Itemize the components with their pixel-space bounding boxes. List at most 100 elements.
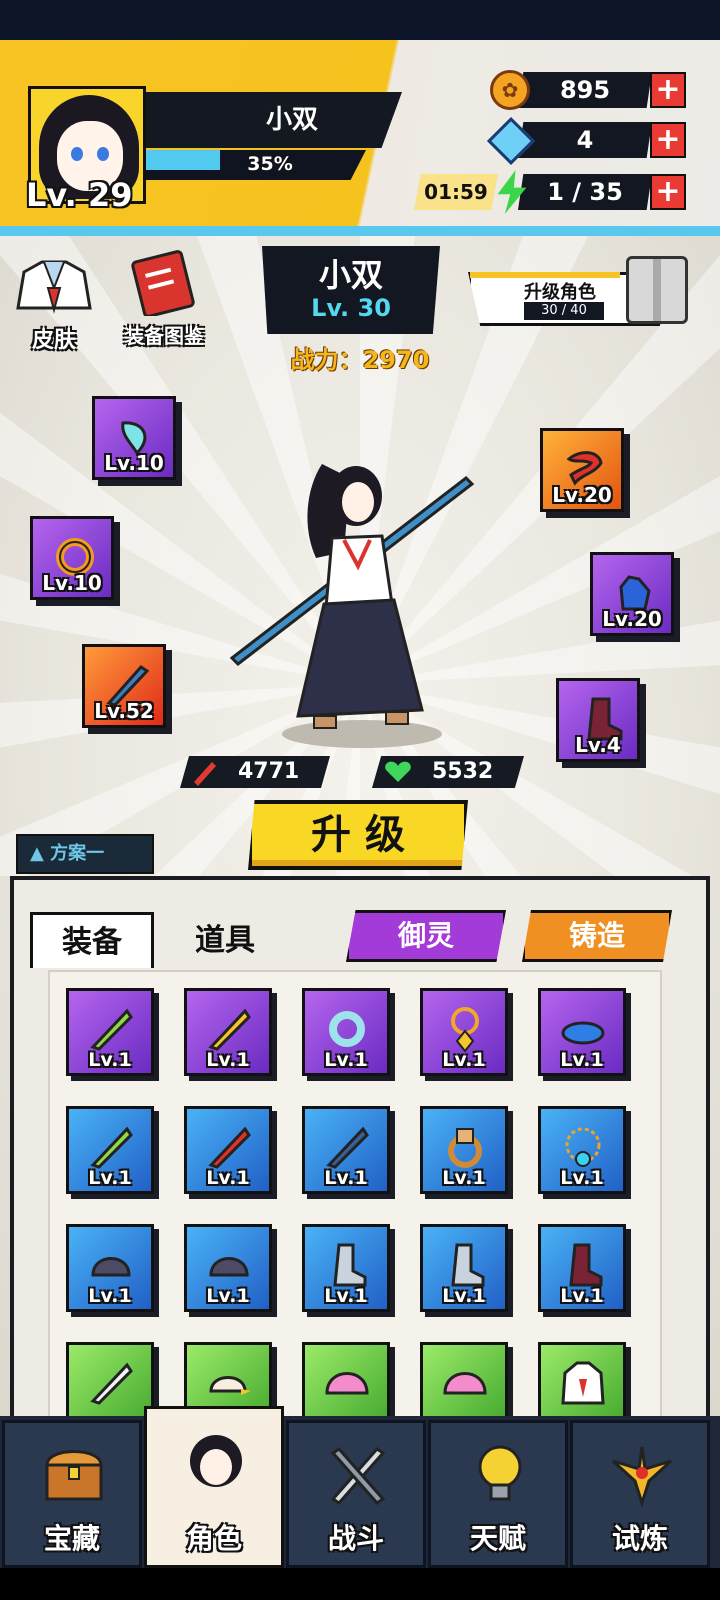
pink-helmet-icon xyxy=(443,1372,487,1395)
player-name-bar: 小双 xyxy=(146,92,402,148)
cap-icon xyxy=(209,1376,251,1395)
serrated-blade-icon xyxy=(90,1126,133,1169)
stamina-counter: 1 / 35 xyxy=(518,174,652,210)
inventory-item[interactable]: Lv.1 xyxy=(538,1106,626,1194)
inventory-item[interactable]: Lv.1 xyxy=(302,1106,390,1194)
inventory-item[interactable]: Lv.1 xyxy=(538,1224,626,1312)
player-name: 小双 xyxy=(265,105,318,135)
jade-ring-icon xyxy=(329,1011,365,1047)
sandal-icon xyxy=(561,1021,605,1045)
nav-talent-label: 天赋 xyxy=(469,1522,526,1555)
nav-character[interactable]: 角色 xyxy=(144,1406,284,1568)
item-level: Lv.1 xyxy=(324,1049,368,1071)
equip-slot-weapon[interactable]: Lv.52 xyxy=(82,644,166,728)
hp-value: 5532 xyxy=(432,759,494,784)
item-level: Lv.1 xyxy=(560,1049,604,1071)
inventory-item[interactable]: Lv.1 xyxy=(538,988,626,1076)
character-level: Lv. 30 xyxy=(311,294,391,322)
add-coins-button[interactable]: + xyxy=(650,72,686,108)
dark-blade-icon xyxy=(326,1126,369,1169)
item-level: Lv.1 xyxy=(88,1285,132,1307)
cleaver-icon xyxy=(90,1362,133,1405)
equip-level: Lv.10 xyxy=(104,451,164,475)
boots-icon xyxy=(569,1243,603,1287)
nav-treasure-label: 宝藏 xyxy=(43,1522,100,1555)
add-gems-button[interactable]: + xyxy=(650,122,686,158)
spirit-button[interactable]: 御灵 xyxy=(346,910,506,962)
inventory-item[interactable]: Lv.1 xyxy=(66,988,154,1076)
inventory-item[interactable]: Lv.1 xyxy=(66,1106,154,1194)
add-stamina-button[interactable]: + xyxy=(650,174,686,210)
item-level: Lv.1 xyxy=(324,1167,368,1189)
coin-icon: ✿ xyxy=(490,70,530,110)
combat-power: 战力：2970 xyxy=(290,346,430,374)
system-gesture-bar xyxy=(0,1568,720,1600)
pink-helmet-icon xyxy=(325,1372,369,1395)
character-sprite xyxy=(229,464,475,748)
item-level: Lv.1 xyxy=(88,1167,132,1189)
inventory-item[interactable]: Lv.1 xyxy=(420,1224,508,1312)
equip-slot-scarf[interactable]: Lv.20 xyxy=(540,428,624,512)
exp-percent: 35% xyxy=(247,153,293,175)
equip-slot-boots[interactable]: Lv.4 xyxy=(556,678,640,762)
avatar-eye-left xyxy=(71,147,83,161)
item-level: Lv.1 xyxy=(206,1049,250,1071)
equip-slot-ring[interactable]: Lv.10 xyxy=(30,516,114,600)
red-blade-icon xyxy=(208,1126,251,1169)
tab-items[interactable]: 道具 xyxy=(170,916,280,966)
amulet-icon xyxy=(451,1007,479,1053)
equip-slot-charm[interactable]: Lv.10 xyxy=(92,396,176,480)
forge-button[interactable]: 铸造 xyxy=(522,910,672,962)
nav-talent[interactable]: 天赋 xyxy=(428,1420,568,1568)
upgrade-button[interactable]: 升 级 xyxy=(248,800,468,870)
character-avatar-icon xyxy=(190,1435,242,1487)
nav-treasure[interactable]: 宝藏 xyxy=(2,1420,142,1568)
item-level: Lv.1 xyxy=(442,1285,486,1307)
necklace-icon xyxy=(565,1127,601,1167)
plan-selector[interactable]: ▲ 方案一 xyxy=(16,834,154,874)
item-level: Lv.1 xyxy=(88,1049,132,1071)
character-name: 小双 xyxy=(318,256,383,294)
nav-battle[interactable]: 战斗 xyxy=(286,1420,426,1568)
uniform-icon xyxy=(16,260,92,314)
gem-value: 4 xyxy=(576,126,594,154)
coin-counter: 895 xyxy=(518,72,652,108)
heart-icon xyxy=(385,761,411,782)
coin-value: 895 xyxy=(559,76,611,104)
item-level: Lv.1 xyxy=(206,1285,250,1307)
skin-button[interactable]: 皮肤 xyxy=(14,258,94,353)
plan-label: 方案一 xyxy=(50,843,105,864)
header-stripe xyxy=(0,226,720,236)
nav-trial[interactable]: 试炼 xyxy=(570,1420,710,1568)
item-level: Lv.1 xyxy=(442,1167,486,1189)
upgrade-character-progress: 30 / 40 xyxy=(524,302,604,320)
inventory-item[interactable]: Lv.1 xyxy=(302,1224,390,1312)
nav-trial-label: 试炼 xyxy=(611,1522,668,1555)
inventory-item[interactable]: Lv.1 xyxy=(184,1224,272,1312)
gift-icon[interactable] xyxy=(626,256,688,324)
equip-level: Lv.52 xyxy=(94,699,154,723)
codex-label: 装备图鉴 xyxy=(124,324,204,348)
skin-label: 皮肤 xyxy=(31,328,76,353)
equip-level: Lv.4 xyxy=(575,733,621,757)
item-level: Lv.1 xyxy=(324,1285,368,1307)
sword-stat-icon xyxy=(194,762,216,786)
inventory-item[interactable]: Lv.1 xyxy=(420,988,508,1076)
equip-level: Lv.20 xyxy=(552,483,612,507)
inventory-item[interactable]: Lv.1 xyxy=(66,1224,154,1312)
inventory-item[interactable]: Lv.1 xyxy=(184,988,272,1076)
tab-equipment[interactable]: 装备 xyxy=(30,912,154,968)
signet-ring-icon xyxy=(448,1128,482,1168)
item-level: Lv.1 xyxy=(442,1049,486,1071)
codex-button[interactable]: 装备图鉴 xyxy=(112,250,216,348)
exp-bar-fill xyxy=(146,150,220,170)
inventory-item[interactable]: Lv.1 xyxy=(420,1106,508,1194)
inventory-item[interactable]: Lv.1 xyxy=(184,1106,272,1194)
gem-counter: 4 xyxy=(518,122,652,158)
lightbulb-icon xyxy=(478,1445,522,1501)
nav-character-label: 角色 xyxy=(185,1522,242,1555)
book-icon xyxy=(131,250,195,318)
inventory-item[interactable]: Lv.1 xyxy=(302,988,390,1076)
item-level: Lv.1 xyxy=(560,1285,604,1307)
equip-slot-gloves[interactable]: Lv.20 xyxy=(590,552,674,636)
